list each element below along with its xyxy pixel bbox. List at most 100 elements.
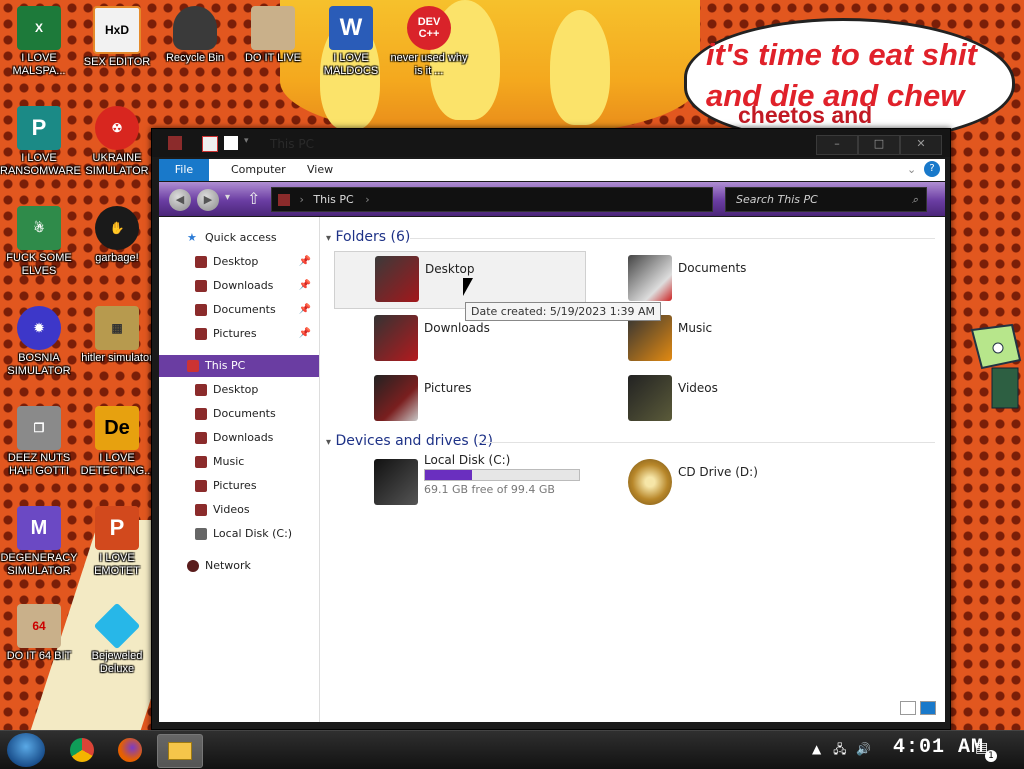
close-button[interactable]: ✕ (900, 135, 942, 155)
nav-label: Documents (213, 303, 276, 316)
desktop-icon-devcpp[interactable]: DEV C++ never used why is it ... (390, 0, 468, 78)
notification-center[interactable]: ▤ 1 (975, 740, 997, 762)
desktop-icon-label: DO IT 64 BIT (6, 650, 72, 662)
nav-pc-local-disk[interactable]: Local Disk (C:) (159, 523, 319, 545)
search-input[interactable]: Search This PC ⌕ (725, 187, 927, 212)
nav-pc-music[interactable]: Music (159, 451, 319, 473)
up-arrow-icon[interactable]: ⇧ (247, 189, 260, 208)
nav-label: Music (213, 455, 245, 468)
folder-name: Pictures (424, 381, 472, 395)
folder-desktop[interactable]: Desktop (334, 251, 586, 309)
explorer-window: ▾ This PC – □ ✕ File Computer View ⌄ ? ◀… (151, 128, 951, 730)
taskbar-firefox[interactable] (108, 734, 152, 766)
desktop-icon-ransomware[interactable]: P I LOVE RANSOMWARE (0, 100, 81, 178)
desktop-icon-hitler-simulator[interactable]: ▦ hitler simulator (78, 300, 156, 365)
divider (478, 442, 935, 443)
desktop-icon-recycle-bin[interactable]: Recycle Bin (156, 0, 234, 65)
properties-icon[interactable] (202, 136, 218, 152)
taskbar-file-explorer[interactable] (157, 734, 203, 768)
tab-view[interactable]: View (307, 159, 333, 181)
nav-network[interactable]: Network (159, 555, 319, 577)
desktop-icon-garbage[interactable]: ✋ garbage! (78, 200, 156, 265)
address-bar[interactable]: › This PC › (271, 187, 713, 212)
taskbar-chrome[interactable] (60, 734, 104, 766)
desktop-icon-64bit[interactable]: 64 DO IT 64 BIT (0, 598, 78, 663)
devices-group-header[interactable]: ▾ Devices and drives (2) (326, 433, 493, 449)
nav-pc-pictures[interactable]: Pictures (159, 475, 319, 497)
nav-pc-documents[interactable]: Documents (159, 403, 319, 425)
folder-videos[interactable]: Videos (588, 371, 838, 427)
drive-local-disk-c[interactable]: Local Disk (C:) 69.1 GB free of 99.4 GB (334, 453, 584, 515)
title-bar[interactable]: ▾ This PC – □ ✕ (152, 129, 950, 157)
clock[interactable]: 4:01 AM (893, 736, 984, 759)
nav-this-pc[interactable]: This PC (159, 355, 319, 377)
nav-qa-desktop[interactable]: Desktop 📌 (159, 251, 319, 273)
recent-locations-icon[interactable]: ▾ (225, 192, 230, 203)
folder-documents[interactable]: Documents (588, 251, 838, 307)
desktop-icon-label: UKRAINE SIMULATOR (85, 152, 149, 177)
nav-pc-desktop[interactable]: Desktop (159, 379, 319, 401)
details-view-icon[interactable] (900, 701, 916, 715)
nav-qa-downloads[interactable]: Downloads 📌 (159, 275, 319, 297)
help-icon[interactable]: ? (924, 161, 940, 177)
nav-qa-documents[interactable]: Documents 📌 (159, 299, 319, 321)
volume-icon[interactable]: 🔊 (856, 742, 871, 756)
notification-count-badge: 1 (985, 750, 997, 762)
desktop-folder-icon (195, 384, 207, 396)
nav-label: This PC (205, 359, 246, 372)
desktop-icon-label: BOSNIA SIMULATOR (7, 352, 71, 377)
firefox-icon (118, 738, 142, 762)
desktop-icon-deez-nuts[interactable]: ❐ DEEZ NUTS HAH GOTTI (0, 400, 78, 478)
desktop-icon-do-it-live[interactable]: DO IT LIVE (234, 0, 312, 65)
desktop-icon-bejeweled[interactable]: Bejeweled Deluxe (78, 598, 156, 676)
drive-cd-d[interactable]: CD Drive (D:) (588, 455, 838, 511)
christmas-icon: ☃ (17, 206, 61, 250)
desktop-icon-malspam[interactable]: X I LOVE MALSPA... (0, 0, 78, 78)
back-button[interactable]: ◀ (169, 189, 191, 211)
desktop-icon-bosnia[interactable]: ✹ BOSNIA SIMULATOR (0, 300, 78, 378)
breadcrumb-this-pc[interactable]: This PC (313, 193, 353, 206)
minimize-button[interactable]: – (816, 135, 858, 155)
nav-pc-downloads[interactable]: Downloads (159, 427, 319, 449)
folder-pictures[interactable]: Pictures (334, 371, 584, 427)
ribbon-expand-icon[interactable]: ⌄ (907, 159, 916, 181)
desktop-icon-sex-editor[interactable]: HxD SEX EDITOR (78, 0, 156, 69)
desktop-icon-emotet[interactable]: P I LOVE EMOTET (78, 500, 156, 578)
nav-label: Pictures (213, 479, 257, 492)
recycle-bin-icon (173, 6, 217, 50)
window-title: This PC (270, 137, 314, 151)
folders-group-header[interactable]: ▾ Folders (6) (326, 229, 410, 245)
tab-file[interactable]: File (159, 159, 209, 181)
new-folder-icon[interactable] (224, 136, 238, 150)
desktop-icon-detecting[interactable]: De I LOVE DETECTING... (78, 400, 156, 478)
tab-computer[interactable]: Computer (231, 159, 286, 181)
pin-icon: 📌 (298, 328, 311, 339)
drive-name: Local Disk (C:) (424, 453, 511, 467)
desktop-icon-ukraine[interactable]: ☢ UKRAINE SIMULATOR (78, 100, 156, 178)
start-button[interactable] (7, 733, 45, 767)
system-tray: ▲ 🖧 🔊 (812, 740, 871, 761)
folder-name: Desktop (425, 262, 475, 276)
chevron-down-icon[interactable]: ▾ (244, 136, 258, 150)
videos-folder-icon (628, 375, 672, 421)
excel-icon: X (17, 6, 61, 50)
large-icons-view-icon[interactable] (920, 701, 936, 715)
network-status-icon[interactable]: 🖧 (833, 742, 846, 756)
show-hidden-icons-icon[interactable]: ▲ (812, 742, 821, 756)
forward-button[interactable]: ▶ (197, 189, 219, 211)
desktop-icon-elves[interactable]: ☃ FUCK SOME ELVES (0, 200, 78, 278)
nav-quick-access[interactable]: ★ Quick access (159, 227, 319, 249)
desktop-icon-label: garbage! (95, 252, 139, 264)
desktop-icon-degeneracy[interactable]: M DEGENERACY SIMULATOR (0, 500, 78, 578)
nav-pc-videos[interactable]: Videos (159, 499, 319, 521)
breadcrumb-chevron[interactable]: › (365, 193, 369, 206)
nav-label: Downloads (213, 279, 274, 292)
drive-free-space: 69.1 GB free of 99.4 GB (424, 483, 555, 496)
search-icon[interactable]: ⌕ (912, 188, 918, 211)
nav-qa-pictures[interactable]: Pictures 📌 (159, 323, 319, 345)
desktop-icon-label: hitler simulator (81, 352, 153, 364)
desktop-icon-label: Bejeweled Deluxe (91, 650, 143, 675)
desktop-icon-maldocs[interactable]: W I LOVE MALDOCS (312, 0, 390, 78)
maximize-button[interactable]: □ (858, 135, 900, 155)
documents-folder-icon (195, 304, 207, 316)
